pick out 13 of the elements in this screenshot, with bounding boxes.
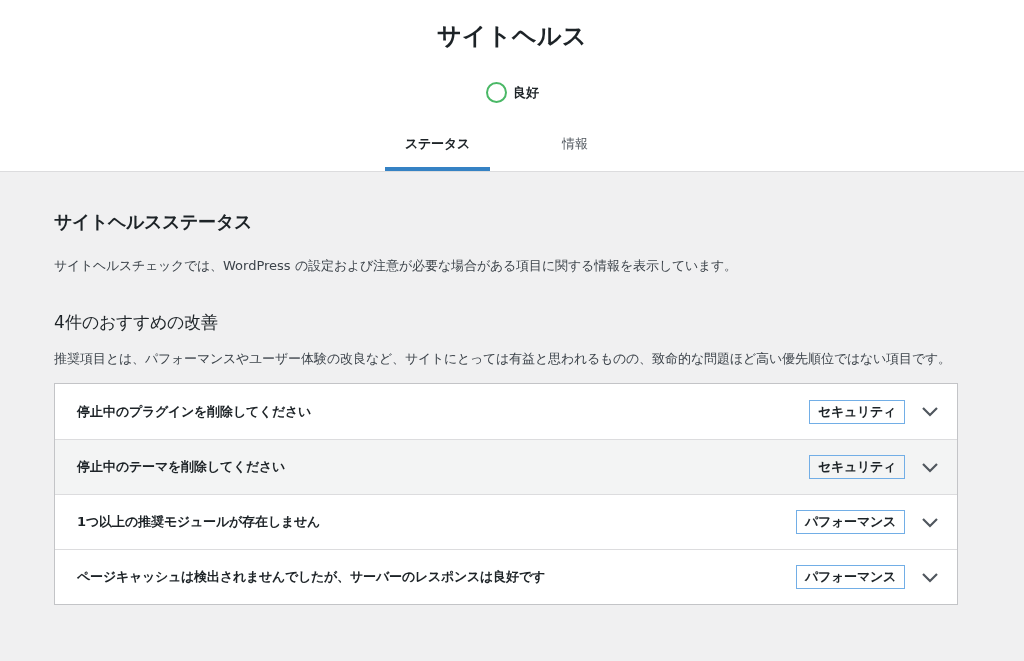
section-title: サイトヘルスステータス <box>54 210 253 234</box>
recommendations-title: 4件のおすすめの改善 <box>54 311 219 334</box>
status-label: 良好 <box>512 83 539 102</box>
recommendations-description: 推奨項目とは、パフォーマンスやユーザー体験の改良など、サイトにとっては有益と思われるものの、致命的な問題ほど高い優先順位ではない項目です。 <box>54 350 952 368</box>
category-badge: セキュリティ <box>809 455 905 479</box>
category-badge: セキュリティ <box>809 399 905 424</box>
accordion-item[interactable]: 停止中のテーマを削除してください セキュリティ <box>55 439 957 494</box>
tab[interactable]: ステータス <box>385 121 490 171</box>
tab[interactable]: 情報 <box>522 121 627 171</box>
section-description: サイトヘルスチェックでは、WordPress の設定および注意が必要な場合がある項目に関する情報を表示しています。 <box>54 257 738 275</box>
page-title: サイトヘルス <box>437 21 587 52</box>
category-badge: パフォーマンス <box>796 565 905 589</box>
category-badge: パフォーマンス <box>796 510 905 534</box>
